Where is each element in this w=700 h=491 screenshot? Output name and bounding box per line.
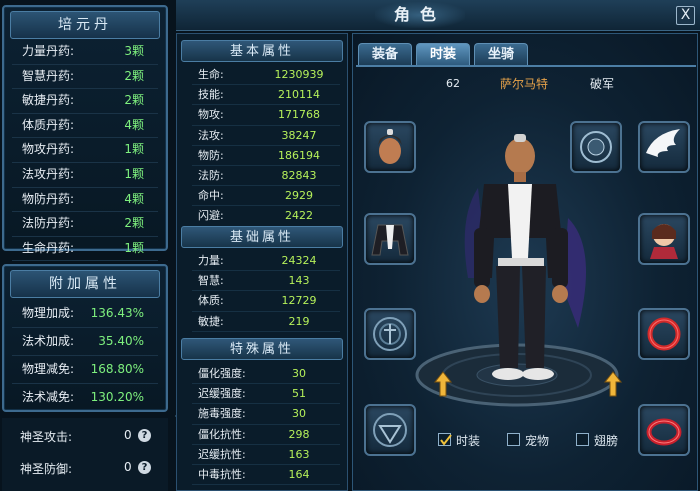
- list-item: 法术加成: 35.40%: [12, 328, 158, 356]
- slot-hair[interactable]: [364, 121, 416, 173]
- basic-list: 生命: 1230939 技能: 210114 物攻: 171768 法攻: 38247 …: [192, 65, 340, 227]
- list-item: 僵化抗性: 298: [192, 425, 340, 445]
- peiyuan-panel: 培元丹 力量丹药: 3颗 智慧丹药: 2颗 敏捷丹药: 2颗 体质丹药: 4颗 物攻丹药…: [2, 5, 168, 262]
- list-item: 敏捷: 219: [192, 312, 340, 332]
- fujia-panel: 附加属性 物理加成: 136.43% 法术加成: 35.40% 物理减免: 168.8…: [2, 264, 168, 412]
- list-item: 法术减免: 130.20%: [22, 390, 144, 404]
- checkbox-wings-label[interactable]: 翅膀: [594, 432, 618, 449]
- list-item: 力量丹药: 3颗: [12, 40, 158, 65]
- bracelet-icon: [646, 418, 682, 446]
- tab-equipment[interactable]: 装备: [358, 43, 412, 65]
- wings-icon: [646, 129, 680, 157]
- list-item: 法防: 82843: [192, 166, 340, 187]
- peiyuan-list: 力量丹药: 3颗 智慧丹药: 2颗 敏捷丹药: 2颗 体质丹药: 4颗 物攻丹药: 1颗 …: [12, 40, 158, 262]
- tab-underline: [356, 65, 696, 67]
- slot-emblem[interactable]: [364, 308, 416, 360]
- holy-defense-value: 0: [124, 460, 132, 474]
- character-title: 破军: [590, 77, 615, 91]
- list-item: 智慧: 143: [192, 271, 340, 292]
- list-item: 敏捷丹药: 2颗: [12, 89, 158, 114]
- coat-icon: [371, 224, 409, 256]
- list-item: 力量: 24324: [192, 251, 340, 272]
- slot-orb[interactable]: [570, 121, 622, 173]
- special-list: 僵化强度: 30 迟缓强度: 51 施毒强度: 30 僵化抗性: 298 迟缓抗性: 16…: [192, 364, 340, 486]
- list-item: 体质丹药: 4颗: [12, 114, 158, 139]
- list-item: 法攻丹药: 1颗: [12, 163, 158, 188]
- list-item: 智慧丹药: 2颗: [12, 65, 158, 90]
- tab-mount[interactable]: 坐骑: [474, 43, 528, 65]
- list-item: 物理减免: 168.80%: [12, 356, 158, 384]
- list-item: 技能: 210114: [192, 85, 340, 106]
- list-item: 法攻: 38247: [192, 126, 340, 146]
- character-level: 62: [446, 77, 460, 90]
- character-name: 萨尔马特: [500, 77, 549, 91]
- list-item: 迟缓抗性: 163: [192, 445, 340, 465]
- rune-icon: [373, 413, 407, 447]
- help-icon[interactable]: ?: [138, 461, 151, 474]
- holy-stats: 神圣攻击: 0 ? 神圣防御: 0 ?: [2, 418, 168, 491]
- checkbox-fashion-label[interactable]: 时装: [456, 432, 480, 449]
- orb-icon: [580, 131, 612, 163]
- rotate-right-icon[interactable]: [602, 370, 624, 398]
- slot-ring[interactable]: [638, 308, 690, 360]
- hair-icon: [378, 129, 402, 164]
- emblem-icon: [373, 317, 407, 351]
- special-title: 特殊属性: [181, 338, 343, 360]
- checkbox-pet[interactable]: [507, 433, 520, 446]
- base-title: 基础属性: [181, 226, 343, 248]
- checkmark-icon: [440, 434, 452, 446]
- slot-bracelet[interactable]: [638, 404, 690, 456]
- fujia-list: 物理加成: 136.43% 法术加成: 35.40% 物理减免: 168.80% 法术…: [12, 300, 158, 411]
- list-item: 法防丹药: 2颗: [12, 212, 158, 237]
- holy-attack-label: 神圣攻击:: [20, 430, 73, 444]
- rotate-left-icon[interactable]: [432, 370, 454, 398]
- list-item: 施毒强度: 30: [192, 404, 340, 425]
- list-item: 体质: 12729: [192, 291, 340, 312]
- peiyuan-title: 培元丹: [10, 11, 160, 39]
- fujia-title: 附加属性: [10, 270, 160, 298]
- basic-title: 基本属性: [181, 40, 343, 62]
- list-item: 僵化强度: 30: [192, 364, 340, 385]
- checkbox-pet-label[interactable]: 宠物: [525, 432, 549, 449]
- base-list: 力量: 24324 智慧: 143 体质: 12729 敏捷: 219: [192, 251, 340, 332]
- list-item: 闪避: 2422: [192, 206, 340, 227]
- list-item: 物防: 186194: [192, 146, 340, 166]
- list-item: 物理加成: 136.43%: [12, 300, 158, 328]
- ring-icon: [647, 317, 681, 351]
- checkbox-fashion[interactable]: [438, 433, 452, 446]
- list-item: 生命: 1230939: [192, 65, 340, 86]
- list-item: 中毒抗性: 164: [192, 465, 340, 486]
- window-title: 角色: [375, 2, 465, 28]
- tab-fashion[interactable]: 时装: [416, 43, 470, 65]
- pet-icon: [650, 224, 678, 259]
- slot-rune[interactable]: [364, 404, 416, 456]
- list-item: 物攻丹药: 1颗: [12, 138, 158, 163]
- checkbox-wings[interactable]: [576, 433, 589, 446]
- list-item: 迟缓强度: 51: [192, 384, 340, 405]
- holy-defense-label: 神圣防御:: [20, 462, 73, 476]
- list-item: 物攻: 171768: [192, 105, 340, 126]
- slot-coat[interactable]: [364, 213, 416, 265]
- holy-attack-value: 0: [124, 428, 132, 442]
- slot-wings[interactable]: [638, 121, 690, 173]
- list-item: 生命丹药: 1颗: [12, 237, 158, 262]
- help-icon[interactable]: ?: [138, 429, 151, 442]
- list-item: 命中: 2929: [192, 186, 340, 207]
- list-item: 物防丹药: 4颗: [12, 188, 158, 213]
- slot-pet[interactable]: [638, 213, 690, 265]
- close-button[interactable]: X: [676, 6, 695, 25]
